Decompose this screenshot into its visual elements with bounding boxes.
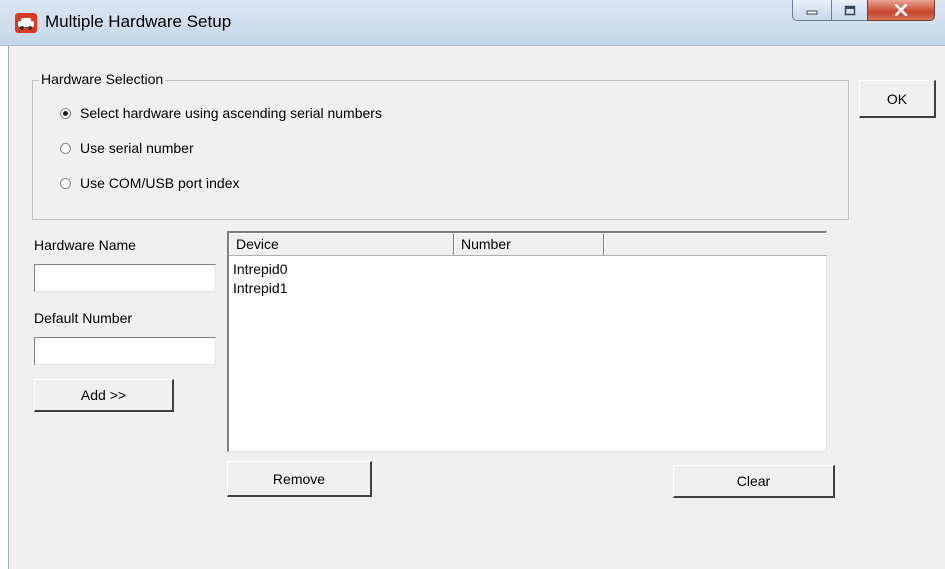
- device-list-rows: Intrepid0 Intrepid1: [233, 260, 287, 298]
- device-list-header: Device Number: [229, 233, 827, 256]
- device-cell: Intrepid0: [233, 261, 288, 277]
- column-header-device[interactable]: Device: [229, 233, 454, 255]
- default-number-label: Default Number: [34, 310, 133, 326]
- hardware-selection-group: Hardware Selection Select hardware using…: [32, 71, 849, 220]
- close-icon: [894, 4, 908, 16]
- hardware-selection-label: Hardware Selection: [39, 71, 166, 87]
- device-cell: Intrepid1: [233, 280, 288, 296]
- radio-ascending-serial[interactable]: Select hardware using ascending serial n…: [60, 105, 382, 121]
- minimize-icon: [806, 10, 818, 15]
- radio-button[interactable]: [60, 142, 71, 154]
- app-icon: [15, 13, 37, 33]
- radio-button[interactable]: [60, 177, 71, 189]
- close-button[interactable]: [867, 0, 935, 21]
- radio-label: Use COM/USB port index: [80, 175, 240, 191]
- maximize-icon: [844, 5, 855, 15]
- dialog-body: Hardware Selection Select hardware using…: [8, 46, 945, 569]
- list-item[interactable]: Intrepid0: [233, 260, 287, 279]
- remove-button[interactable]: Remove: [227, 461, 372, 497]
- hardware-name-label: Hardware Name: [34, 237, 136, 253]
- minimize-button[interactable]: [792, 0, 832, 21]
- radio-serial-number[interactable]: Use serial number: [60, 140, 194, 156]
- radio-button[interactable]: [60, 107, 71, 119]
- title-bar[interactable]: Multiple Hardware Setup: [0, 0, 945, 46]
- window-title: Multiple Hardware Setup: [45, 12, 232, 31]
- radio-label: Use serial number: [80, 140, 194, 156]
- add-button[interactable]: Add >>: [34, 379, 174, 412]
- maximize-button[interactable]: [831, 0, 868, 21]
- ok-button[interactable]: OK: [859, 80, 936, 118]
- default-number-input[interactable]: [34, 337, 216, 365]
- window: Multiple Hardware Setup Hardware Selecti…: [0, 0, 945, 569]
- device-list[interactable]: Device Number Intrepid0 Intrepid1: [227, 231, 827, 452]
- list-item[interactable]: Intrepid1: [233, 279, 287, 298]
- radio-label: Select hardware using ascending serial n…: [80, 105, 382, 121]
- clear-button[interactable]: Clear: [673, 465, 835, 498]
- column-header-number[interactable]: Number: [454, 233, 604, 255]
- column-header-empty[interactable]: [604, 233, 827, 255]
- hardware-name-input[interactable]: [34, 264, 216, 292]
- radio-port-index[interactable]: Use COM/USB port index: [60, 175, 240, 191]
